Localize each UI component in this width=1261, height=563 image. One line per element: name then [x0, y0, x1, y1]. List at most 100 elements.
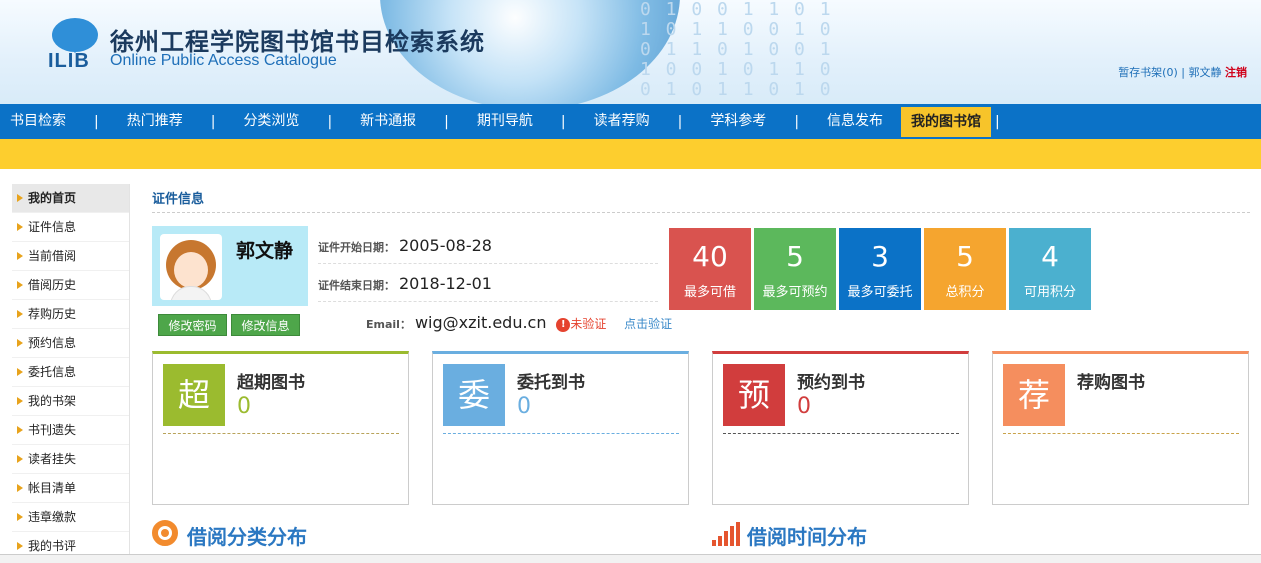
- sidebar-item-delegations[interactable]: 委托信息: [12, 358, 129, 387]
- warning-icon: !: [556, 318, 571, 332]
- sidebar-item-current-loans[interactable]: 当前借阅: [12, 242, 129, 271]
- card-divider: [163, 433, 399, 434]
- bookshelf-link[interactable]: 暂存书架(0): [1118, 66, 1178, 79]
- sidebar-item-recommend-history[interactable]: 荐购历史: [12, 300, 129, 329]
- logo-text: ILIB: [48, 50, 90, 72]
- change-info-button[interactable]: 修改信息: [231, 314, 300, 336]
- nav-separator: |: [560, 113, 566, 130]
- stat-max-borrow: 40 最多可借: [669, 228, 751, 310]
- nav-item-new-books[interactable]: 新书通报: [350, 104, 426, 139]
- sidebar-item-home[interactable]: 我的首页: [12, 184, 129, 213]
- stat-value: 40: [692, 240, 728, 273]
- sidebar-item-account[interactable]: 帐目清单: [12, 474, 129, 503]
- main-nav: 书目检索 | 热门推荐 | 分类浏览 | 新书通报 | 期刊导航 | 读者荐购 …: [0, 104, 1261, 139]
- sidebar: 我的首页 证件信息 当前借阅 借阅历史 荐购历史 预约信息 委托信息 我的书架 …: [12, 184, 130, 563]
- card-end-label: 证件结束日期：: [318, 279, 395, 292]
- card-start-label: 证件开始日期：: [318, 241, 395, 254]
- card-recommended[interactable]: 荐 荐购图书: [992, 351, 1249, 505]
- sidebar-item-loan-history[interactable]: 借阅历史: [12, 271, 129, 300]
- sidebar-item-lost-books[interactable]: 书刊遗失: [12, 416, 129, 445]
- stat-available-points: 4 可用积分: [1009, 228, 1091, 310]
- email-label: Email：: [366, 318, 411, 331]
- stat-label: 可用积分: [1023, 285, 1076, 300]
- email-value: wig@xzit.edu.cn: [414, 313, 547, 332]
- nav-item-recommend[interactable]: 读者荐购: [584, 104, 660, 139]
- card-title: 预约到书: [797, 373, 865, 393]
- delegated-icon: 委: [443, 364, 505, 426]
- sidebar-item-report-lost-card[interactable]: 读者挂失: [12, 445, 129, 474]
- card-title: 荐购图书: [1077, 373, 1145, 393]
- info-divider: [318, 263, 658, 264]
- nav-separator: |: [677, 113, 683, 130]
- card-divider: [1003, 433, 1239, 434]
- bar-chart-icon: [712, 522, 740, 546]
- nav-item-subject[interactable]: 学科参考: [700, 104, 776, 139]
- browser-status-bar: [0, 554, 1261, 563]
- card-count: 0: [237, 394, 251, 419]
- stat-total-points: 5 总积分: [924, 228, 1006, 310]
- stat-value: 5: [786, 240, 804, 273]
- lifebuoy-icon: [152, 520, 178, 546]
- nav-separator: |: [444, 113, 449, 130]
- loan-category-title: 借阅分类分布: [187, 525, 307, 549]
- card-count: 0: [517, 394, 531, 419]
- sub-nav-bar: [0, 139, 1261, 169]
- profile-box: 郭文静: [152, 226, 308, 306]
- sidebar-item-reservations[interactable]: 预约信息: [12, 329, 129, 358]
- sidebar-item-card-info[interactable]: 证件信息: [12, 213, 129, 242]
- card-end-row: 证件结束日期： 2018-12-01: [318, 274, 492, 293]
- user-name: 郭文静: [236, 240, 294, 262]
- avatar-body: [170, 286, 212, 300]
- nav-item-journals[interactable]: 期刊导航: [467, 104, 543, 139]
- avatar: [160, 234, 222, 300]
- site-header: 0 1 0 0 1 1 0 11 0 1 1 0 0 1 00 1 1 0 1 …: [0, 0, 1261, 104]
- logout-link[interactable]: 注销: [1225, 66, 1247, 79]
- nav-separator: |: [794, 113, 800, 130]
- card-start-value: 2005-08-28: [399, 236, 492, 255]
- card-divider: [723, 433, 959, 434]
- card-start-row: 证件开始日期： 2005-08-28: [318, 236, 492, 255]
- section-title: 证件信息: [152, 192, 205, 207]
- stat-label: 最多可委托: [847, 285, 913, 300]
- top-links: 暂存书架(0) | 郭文静 注销: [1118, 64, 1247, 80]
- stat-max-reserve: 5 最多可预约: [754, 228, 836, 310]
- nav-separator: |: [327, 113, 333, 130]
- loan-time-title: 借阅时间分布: [747, 525, 867, 549]
- verify-email-link[interactable]: 点击验证: [624, 317, 672, 331]
- card-delegated[interactable]: 委 委托到书 0: [432, 351, 689, 505]
- nav-item-search[interactable]: 书目检索: [0, 104, 76, 139]
- stat-value: 5: [956, 240, 974, 273]
- card-reserved[interactable]: 预 预约到书 0: [712, 351, 969, 505]
- card-overdue[interactable]: 超 超期图书 0: [152, 351, 409, 505]
- nav-separator: |: [94, 113, 99, 130]
- card-end-value: 2018-12-01: [399, 274, 492, 293]
- stat-value: 3: [871, 240, 889, 273]
- info-divider: [318, 301, 658, 302]
- nav-item-hot[interactable]: 热门推荐: [117, 104, 193, 139]
- card-title: 委托到书: [517, 373, 585, 393]
- nav-item-category[interactable]: 分类浏览: [233, 104, 309, 139]
- nav-separator: |: [210, 113, 216, 130]
- email-row: Email： wig@xzit.edu.cn ! 未验证 点击验证: [366, 313, 672, 332]
- card-title: 超期图书: [237, 373, 305, 393]
- recommended-icon: 荐: [1003, 364, 1065, 426]
- stat-value: 4: [1041, 240, 1059, 273]
- sidebar-item-my-shelf[interactable]: 我的书架: [12, 387, 129, 416]
- logo-bubble-icon: [52, 18, 98, 53]
- sidebar-item-fines[interactable]: 违章缴款: [12, 503, 129, 532]
- user-link[interactable]: 郭文静: [1189, 66, 1222, 79]
- stat-label: 总积分: [945, 285, 985, 300]
- stat-max-delegate: 3 最多可委托: [839, 228, 921, 310]
- link-separator: |: [1181, 66, 1185, 79]
- reserved-icon: 预: [723, 364, 785, 426]
- nav-separator: |: [995, 113, 1000, 130]
- overdue-icon: 超: [163, 364, 225, 426]
- nav-item-news[interactable]: 信息发布: [817, 104, 893, 139]
- stat-label: 最多可借: [683, 285, 736, 300]
- change-password-button[interactable]: 修改密码: [158, 314, 227, 336]
- card-divider: [443, 433, 679, 434]
- card-count: 0: [797, 394, 811, 419]
- binary-decoration: 0 1 0 0 1 1 0 11 0 1 1 0 0 1 00 1 1 0 1 …: [640, 0, 833, 100]
- nav-item-my-library[interactable]: 我的图书馆: [901, 106, 992, 137]
- unverified-status: 未验证: [570, 317, 607, 331]
